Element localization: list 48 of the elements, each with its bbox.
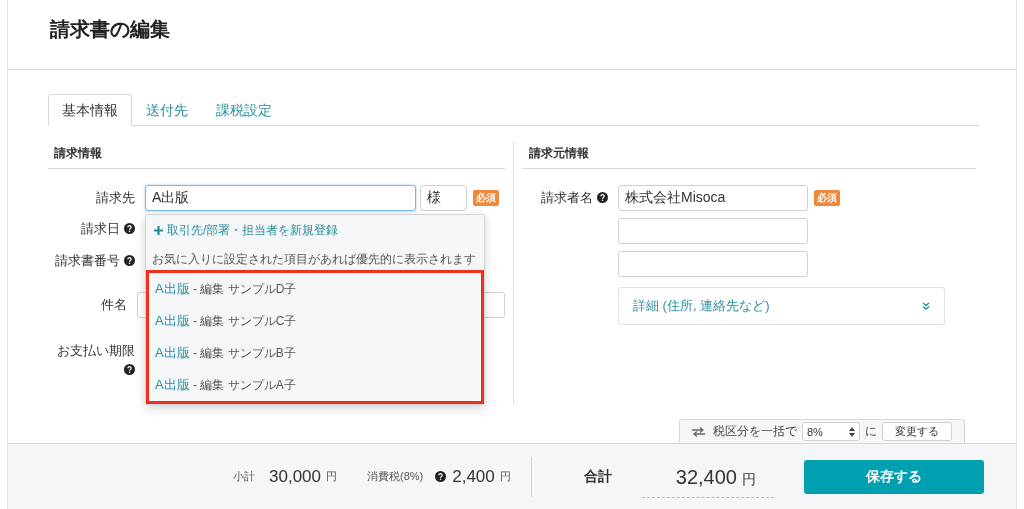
help-icon[interactable] [124,255,135,266]
change-button[interactable]: 変更する [882,422,952,441]
honorific-field[interactable]: 様 [420,185,467,211]
currency-unit: 円 [326,469,337,484]
text-field[interactable] [618,218,808,244]
tax-label: 消費税(8%) [367,469,424,484]
currency-unit: 円 [741,470,756,489]
hint-text: お気に入りに設定された項目があれば優先的に表示されます [151,251,477,268]
section-heading: 請求情報 [48,141,505,169]
swap-icon [692,426,705,437]
required-badge: 必須 [473,190,499,206]
help-icon[interactable] [124,364,135,375]
tab[interactable]: 基本情報 [48,94,132,126]
field-label: 請求先 [96,190,135,205]
help-icon[interactable] [597,192,608,203]
plus-icon [154,223,163,238]
chevron-down-icon [922,302,930,310]
subtotal-value: 30,000 [269,466,321,487]
total-value: 32,400 [675,465,737,489]
field-label: 請求日 [81,221,120,236]
tab[interactable]: 送付先 [132,94,202,126]
suggestion-item[interactable]: A出版 - 編集 サンプルB子 [149,337,481,369]
suggestion-item[interactable]: A出版 - 編集 サンプルD子 [149,273,481,305]
rate-select[interactable]: 8% [802,422,860,441]
field-label: 件名 [101,297,127,312]
currency-unit: 円 [499,469,511,484]
suggestion-item[interactable]: A出版 - 編集 サンプルC子 [149,305,481,337]
add-new-link[interactable]: 取引先/部署・担当者を新規登録 [146,215,484,246]
details-toggle[interactable]: 詳細 (住所, 連絡先など) [618,287,945,325]
tax-label: に [865,423,877,440]
total-label: 合計 [583,467,612,486]
help-icon[interactable] [435,471,447,482]
help-icon[interactable] [124,223,135,234]
field-label: お支払い期限 [56,342,135,360]
field-label: 請求者名 [541,190,593,205]
tax-value: 2,400 [452,466,495,487]
issuer-name-field[interactable]: 株式会社Misoca [618,185,808,211]
field-label: 請求書番号 [55,253,120,268]
spinner-icon [849,426,855,437]
customer-field[interactable]: A出版 [145,185,416,211]
page-title: 請求書の編集 [50,17,170,42]
required-badge: 必須 [814,190,840,206]
subtotal-label: 小計 [233,469,255,484]
tax-label: 税区分を一括で [713,423,797,440]
suggestion-item[interactable]: A出版 - 編集 サンプルA子 [149,369,481,401]
text-field[interactable] [618,251,808,277]
tab[interactable]: 課税設定 [202,94,286,126]
section-heading: 請求元情報 [523,141,976,169]
